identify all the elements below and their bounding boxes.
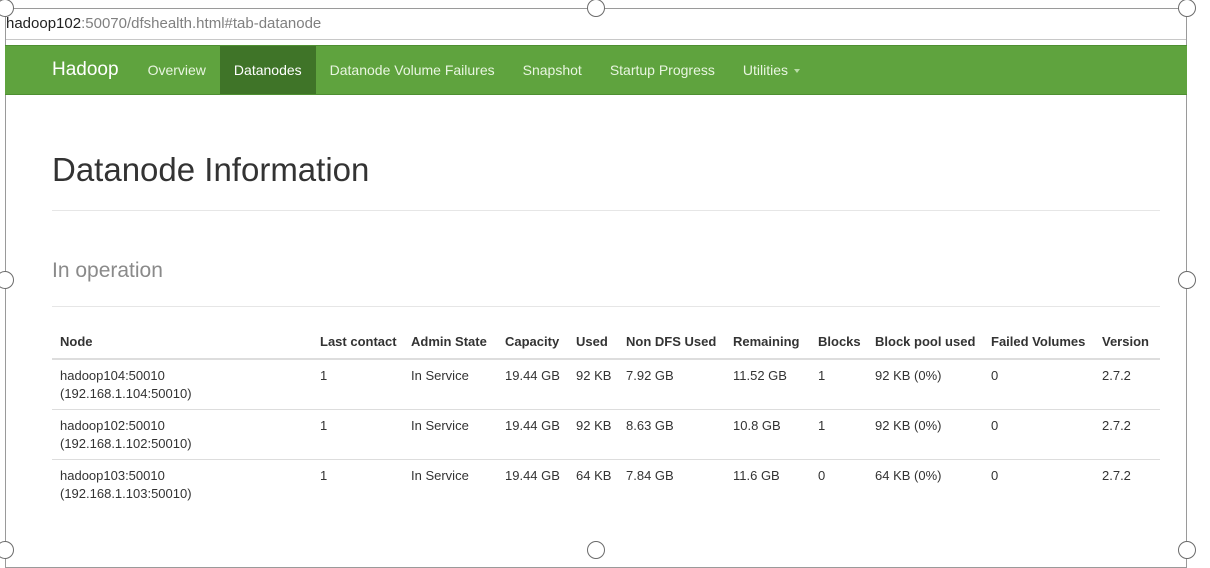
cell-version: 2.7.2: [1094, 459, 1160, 509]
cell-failed-volumes: 0: [983, 358, 1094, 410]
url-host: hadoop102: [6, 15, 82, 32]
col-header-admin-state[interactable]: Admin State: [403, 333, 497, 360]
address-bar[interactable]: hadoop102:50070/dfshealth.html#tab-datan…: [6, 9, 1186, 39]
cell-remaining: 11.52 GB: [725, 358, 810, 410]
node-address: (192.168.1.104:50010): [60, 386, 192, 401]
cell-node: hadoop103:50010 (192.168.1.103:50010): [52, 459, 312, 509]
cell-failed-volumes: 0: [983, 409, 1094, 460]
cell-last-contact: 1: [312, 409, 403, 460]
node-name: hadoop102:50010: [60, 418, 165, 433]
cell-block-pool-used: 92 KB (0%): [867, 409, 983, 460]
cell-non-dfs-used: 7.92 GB: [618, 358, 725, 410]
cell-capacity: 19.44 GB: [497, 409, 568, 460]
node-name: hadoop104:50010: [60, 368, 165, 383]
col-header-non-dfs-used[interactable]: Non DFS Used: [618, 333, 725, 360]
cell-blocks: 0: [810, 459, 867, 509]
address-bar-divider: [6, 39, 1186, 40]
cell-capacity: 19.44 GB: [497, 358, 568, 410]
cell-last-contact: 1: [312, 358, 403, 410]
page-title: Datanode Information: [52, 151, 370, 188]
datanodes-table: Node Last contact Admin State Capacity U…: [52, 333, 1160, 509]
nav-utilities-label: Utilities: [742, 62, 788, 78]
table-row: hadoop102:50010 (192.168.1.102:50010) 1 …: [52, 409, 1160, 460]
col-header-blocks[interactable]: Blocks: [810, 333, 867, 360]
cell-non-dfs-used: 8.63 GB: [618, 409, 725, 460]
nav-datanode-volume-failures[interactable]: Datanode Volume Failures: [316, 46, 509, 94]
table-header-row: Node Last contact Admin State Capacity U…: [52, 333, 1160, 360]
caret-down-icon: [794, 69, 800, 74]
resize-handle-bottom-right[interactable]: [1178, 541, 1196, 559]
cell-block-pool-used: 92 KB (0%): [867, 358, 983, 410]
col-header-capacity[interactable]: Capacity: [497, 333, 568, 360]
cell-last-contact: 1: [312, 459, 403, 509]
cell-non-dfs-used: 7.84 GB: [618, 459, 725, 509]
col-header-remaining[interactable]: Remaining: [725, 333, 810, 360]
cell-used: 64 KB: [568, 459, 618, 509]
nav-datanodes[interactable]: Datanodes: [219, 46, 316, 94]
url-path: :50070/dfshealth.html#tab-datanode: [81, 15, 322, 32]
cell-used: 92 KB: [568, 409, 618, 460]
cell-capacity: 19.44 GB: [497, 459, 568, 509]
nav-overview[interactable]: Overview: [134, 46, 220, 94]
nav-utilities-dropdown[interactable]: Utilities: [729, 46, 814, 94]
cell-node: hadoop104:50010 (192.168.1.104:50010): [52, 358, 312, 410]
cell-node: hadoop102:50010 (192.168.1.102:50010): [52, 409, 312, 460]
col-header-node[interactable]: Node: [52, 333, 312, 360]
cell-blocks: 1: [810, 358, 867, 410]
cell-failed-volumes: 0: [983, 459, 1094, 509]
table-row: hadoop103:50010 (192.168.1.103:50010) 1 …: [52, 459, 1160, 509]
col-header-used[interactable]: Used: [568, 333, 618, 360]
cell-admin-state: In Service: [403, 358, 497, 410]
cell-remaining: 10.8 GB: [725, 409, 810, 460]
col-header-version[interactable]: Version: [1094, 333, 1160, 360]
resize-handle-bottom-center[interactable]: [587, 541, 605, 559]
table-row: hadoop104:50010 (192.168.1.104:50010) 1 …: [52, 358, 1160, 410]
cell-used: 92 KB: [568, 358, 618, 410]
node-address: (192.168.1.103:50010): [60, 486, 192, 501]
cell-admin-state: In Service: [403, 459, 497, 509]
resize-handle-middle-right[interactable]: [1178, 271, 1196, 289]
cell-block-pool-used: 64 KB (0%): [867, 459, 983, 509]
cell-blocks: 1: [810, 409, 867, 460]
section-divider: [52, 306, 1160, 307]
top-navbar: Hadoop Overview Datanodes Datanode Volum…: [5, 45, 1187, 95]
cell-remaining: 11.6 GB: [725, 459, 810, 509]
title-divider: [52, 210, 1160, 211]
brand-logo[interactable]: Hadoop: [5, 46, 134, 94]
cell-admin-state: In Service: [403, 409, 497, 460]
nav-snapshot[interactable]: Snapshot: [509, 46, 596, 94]
cell-version: 2.7.2: [1094, 358, 1160, 410]
nav-startup-progress[interactable]: Startup Progress: [596, 46, 729, 94]
col-header-last-contact[interactable]: Last contact: [312, 333, 403, 360]
node-address: (192.168.1.102:50010): [60, 436, 192, 451]
col-header-block-pool-used[interactable]: Block pool used: [867, 333, 983, 360]
cell-version: 2.7.2: [1094, 409, 1160, 460]
col-header-failed-volumes[interactable]: Failed Volumes: [983, 333, 1094, 360]
section-title: In operation: [52, 259, 163, 282]
node-name: hadoop103:50010: [60, 468, 165, 483]
